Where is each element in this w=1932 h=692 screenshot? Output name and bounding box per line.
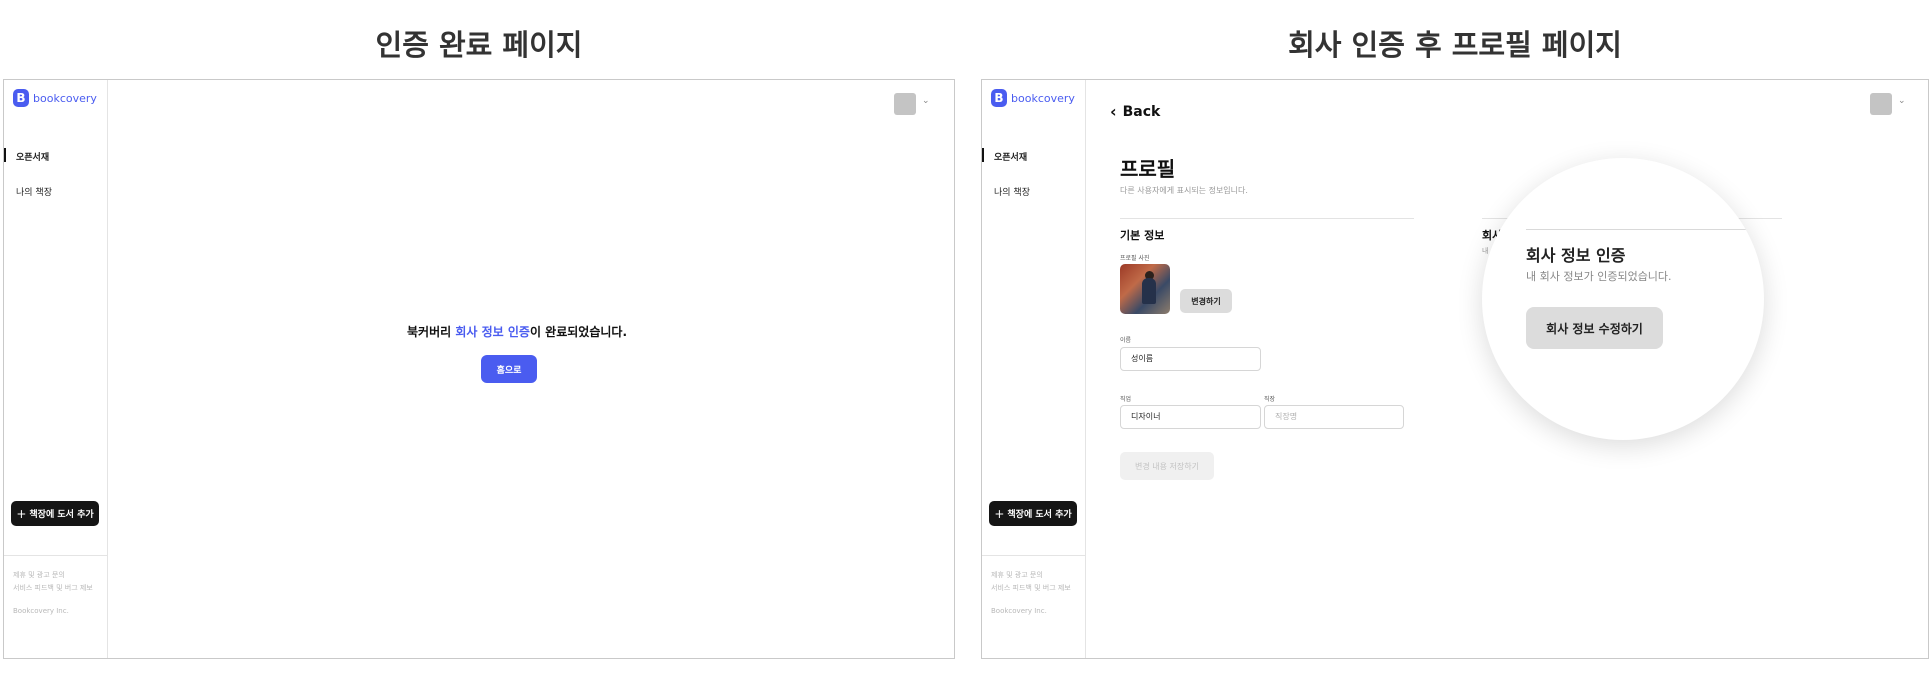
footer-link-ads[interactable]: 제휴 및 광고 문의 bbox=[13, 570, 65, 580]
done-page-frame: B bookcovery 오픈서재 나의 책장 + 책장에 도서 추가 제휴 및… bbox=[3, 79, 955, 659]
caption-profile-page: 회사 인증 후 프로필 페이지 bbox=[1288, 28, 1622, 62]
sidebar-item-my-bookshelf[interactable]: 나의 책장 bbox=[994, 185, 1030, 198]
brand-logo[interactable]: B bookcovery bbox=[991, 89, 1075, 107]
chevron-down-icon[interactable]: ⌄ bbox=[1898, 96, 1906, 106]
name-input[interactable]: 성이름 bbox=[1120, 347, 1261, 371]
company-verify-title: 회사 정보 인증 bbox=[1526, 246, 1626, 265]
footer-company: Bookcovery Inc. bbox=[991, 607, 1047, 615]
logo-mark: B bbox=[991, 89, 1007, 107]
brand-logo[interactable]: B bookcovery bbox=[13, 89, 97, 107]
zoom-callout: 회사 정보 인증 내 회사 정보가 인증되었습니다. 회사 정보 수정하기 bbox=[1482, 158, 1764, 440]
profile-photo bbox=[1120, 264, 1170, 314]
avatar[interactable] bbox=[1870, 93, 1892, 115]
company-verify-status: 내 회사 정보가 인증되었습니다. bbox=[1526, 270, 1672, 283]
avatar[interactable] bbox=[894, 93, 916, 115]
completion-message-highlight: 회사 정보 인증 bbox=[455, 325, 530, 339]
plus-icon: + bbox=[16, 506, 27, 521]
profile-page-frame: B bookcovery 오픈서재 나의 책장 + 책장에 도서 추가 제휴 및… bbox=[981, 79, 1929, 659]
job-input[interactable]: 디자이너 bbox=[1120, 405, 1261, 429]
sidebar-item-open-library[interactable]: 오픈서재 bbox=[994, 150, 1027, 163]
zoom-divider bbox=[1526, 229, 1764, 230]
sidebar-divider bbox=[982, 555, 1085, 556]
active-nav-indicator bbox=[4, 148, 6, 162]
photo-subject-body bbox=[1142, 278, 1156, 304]
plus-icon: + bbox=[994, 506, 1005, 521]
back-button[interactable]: ‹ Back bbox=[1110, 102, 1160, 121]
completion-message-prefix: 북커버리 bbox=[407, 325, 456, 339]
logo-mark: B bbox=[13, 89, 29, 107]
caption-done-page: 인증 완료 페이지 bbox=[375, 28, 583, 62]
photo-label: 프로필 사진 bbox=[1120, 255, 1150, 262]
position-input[interactable]: 직장명 bbox=[1264, 405, 1404, 429]
sidebar: B bookcovery 오픈서재 나의 책장 + 책장에 도서 추가 제휴 및… bbox=[4, 80, 108, 658]
logo-text: bookcovery bbox=[33, 91, 97, 105]
add-book-label: 책장에 도서 추가 bbox=[29, 510, 94, 520]
sidebar-item-my-bookshelf[interactable]: 나의 책장 bbox=[16, 185, 52, 198]
save-changes-button[interactable]: 변경 내용 저장하기 bbox=[1120, 452, 1214, 480]
completion-message-suffix: 이 완료되었습니다. bbox=[529, 325, 628, 339]
name-label: 이름 bbox=[1120, 337, 1132, 344]
footer-company: Bookcovery Inc. bbox=[13, 607, 69, 615]
home-button[interactable]: 홈으로 bbox=[481, 355, 537, 383]
chevron-down-icon[interactable]: ⌄ bbox=[922, 96, 930, 106]
footer-link-feedback[interactable]: 서비스 피드백 및 버그 제보 bbox=[991, 583, 1071, 593]
basic-info-heading: 기본 정보 bbox=[1120, 229, 1165, 242]
active-nav-indicator bbox=[982, 148, 984, 162]
add-book-button[interactable]: + 책장에 도서 추가 bbox=[989, 501, 1077, 526]
footer-link-feedback[interactable]: 서비스 피드백 및 버그 제보 bbox=[13, 583, 93, 593]
add-book-label: 책장에 도서 추가 bbox=[1007, 510, 1072, 520]
footer-link-ads[interactable]: 제휴 및 광고 문의 bbox=[991, 570, 1043, 580]
logo-text: bookcovery bbox=[1011, 91, 1075, 105]
position-label: 직장 bbox=[1264, 396, 1276, 403]
divider bbox=[1120, 218, 1414, 219]
job-label: 직업 bbox=[1120, 396, 1132, 403]
page-subtitle: 다른 사용자에게 표시되는 정보입니다. bbox=[1120, 186, 1248, 195]
chevron-left-icon: ‹ bbox=[1110, 102, 1117, 121]
sidebar-item-open-library[interactable]: 오픈서재 bbox=[16, 150, 49, 163]
sidebar-divider bbox=[4, 555, 107, 556]
completion-message: 북커버리 회사 정보 인증이 완료되었습니다. bbox=[407, 323, 627, 340]
company-section-sub-partial: 내 bbox=[1482, 247, 1489, 255]
change-photo-button[interactable]: 변경하기 bbox=[1180, 289, 1232, 313]
add-book-button[interactable]: + 책장에 도서 추가 bbox=[11, 501, 99, 526]
page-title: 프로필 bbox=[1120, 157, 1176, 181]
back-label: Back bbox=[1122, 103, 1161, 120]
sidebar: B bookcovery 오픈서재 나의 책장 + 책장에 도서 추가 제휴 및… bbox=[982, 80, 1086, 658]
edit-company-info-button[interactable]: 회사 정보 수정하기 bbox=[1526, 307, 1663, 349]
